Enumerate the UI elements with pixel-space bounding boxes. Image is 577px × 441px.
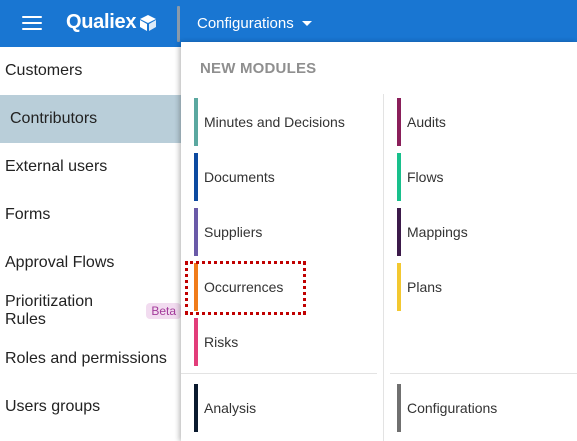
module-label: Configurations — [407, 400, 498, 416]
module-color-bar — [194, 263, 198, 311]
sidebar-item-label: Prioritization Rules — [5, 293, 94, 328]
sidebar-item-forms[interactable]: Forms — [0, 191, 181, 239]
module-color-bar — [397, 98, 401, 146]
configurations-menu-button[interactable]: Configurations — [181, 0, 328, 47]
sidebar-item-users-groups[interactable]: Users groups — [0, 383, 181, 431]
module-label: Suppliers — [204, 224, 263, 240]
sidebar-item-customers[interactable]: Customers — [0, 47, 181, 95]
module-label: Occurrences — [204, 279, 284, 295]
module-risks[interactable]: Risks — [194, 318, 374, 366]
column-divider — [383, 94, 384, 441]
sidebar-item-external-users[interactable]: External users — [0, 143, 181, 191]
module-color-bar — [194, 384, 198, 432]
module-color-bar — [194, 318, 198, 366]
caret-down-icon — [301, 21, 312, 26]
module-label: Plans — [407, 279, 443, 295]
module-label: Risks — [204, 334, 239, 350]
module-color-bar — [397, 384, 401, 432]
row-divider — [181, 373, 377, 374]
module-color-bar — [194, 208, 198, 256]
logo-cube-icon — [140, 14, 157, 31]
module-mappings[interactable]: Mappings — [397, 208, 577, 256]
sidebar-item-label: Customers — [5, 62, 83, 79]
module-configurations[interactable]: Configurations — [397, 384, 577, 432]
sidebar-item-prioritization-rules[interactable]: Prioritization Rules Beta — [0, 287, 181, 335]
module-label: Audits — [407, 114, 446, 130]
module-flows[interactable]: Flows — [397, 153, 577, 201]
topbar-divider — [177, 6, 180, 42]
module-color-bar — [194, 153, 198, 201]
sidebar-item-label: Forms — [5, 206, 51, 223]
module-analysis[interactable]: Analysis — [194, 384, 374, 432]
module-occurrences[interactable]: Occurrences — [194, 263, 374, 311]
module-label: Documents — [204, 169, 275, 185]
module-color-bar — [397, 263, 401, 311]
logo-text: Qualiex — [66, 11, 137, 33]
sidebar-item-label: External users — [5, 158, 108, 175]
module-label: Mappings — [407, 224, 468, 240]
sidebar-item-label: Approval Flows — [5, 254, 115, 271]
sidebar-item-approval-flows[interactable]: Approval Flows — [0, 239, 181, 287]
module-plans[interactable]: Plans — [397, 263, 577, 311]
module-color-bar — [397, 153, 401, 201]
configurations-dropdown: NEW MODULES Minutes and Decisions Docume… — [181, 42, 577, 441]
module-color-bar — [194, 98, 198, 146]
dropdown-header: NEW MODULES — [200, 60, 317, 77]
sidebar-item-label: Roles and permissions — [5, 350, 167, 367]
app-logo[interactable]: Qualiex — [66, 11, 157, 34]
module-minutes-and-decisions[interactable]: Minutes and Decisions — [194, 98, 374, 146]
hamburger-menu-icon[interactable] — [22, 16, 42, 30]
beta-badge: Beta — [146, 303, 181, 319]
module-suppliers[interactable]: Suppliers — [194, 208, 374, 256]
sidebar-item-label: Users groups — [5, 398, 101, 415]
sidebar-item-label: Contributors — [10, 110, 98, 127]
sidebar-item-roles-and-permissions[interactable]: Roles and permissions — [0, 335, 181, 383]
module-documents[interactable]: Documents — [194, 153, 374, 201]
sidebar: Customers Contributors External users Fo… — [0, 47, 181, 441]
module-audits[interactable]: Audits — [397, 98, 577, 146]
module-color-bar — [397, 208, 401, 256]
configurations-menu-label: Configurations — [197, 15, 294, 32]
module-label: Flows — [407, 169, 444, 185]
top-bar: Qualiex Configurations — [0, 0, 577, 47]
row-divider — [390, 373, 577, 374]
sidebar-item-contributors[interactable]: Contributors — [0, 95, 181, 143]
module-label: Analysis — [204, 400, 257, 416]
module-label: Minutes and Decisions — [204, 114, 345, 130]
